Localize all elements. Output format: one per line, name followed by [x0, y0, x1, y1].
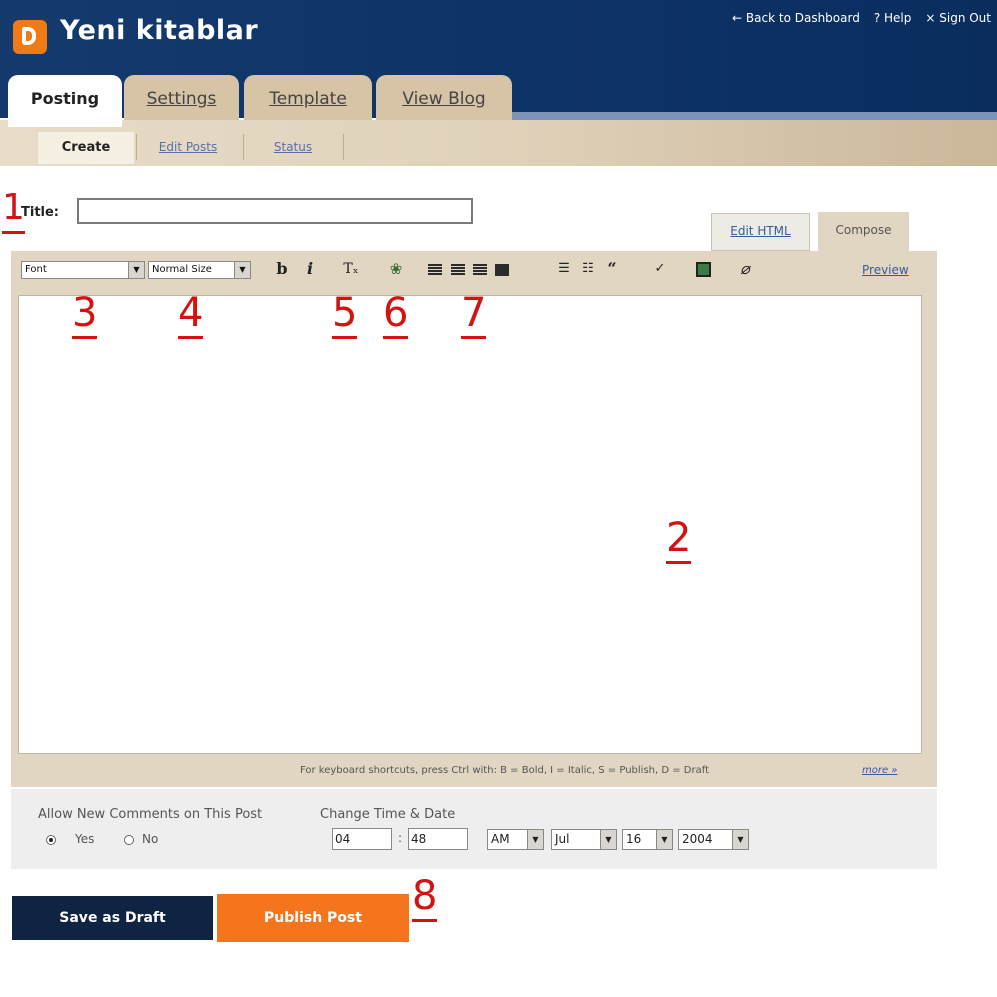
comments-no-label[interactable]: No	[142, 832, 158, 846]
help-link[interactable]: ? Help	[874, 11, 912, 25]
blockquote-icon[interactable]: “	[604, 257, 620, 281]
title-label: Title:	[21, 205, 60, 220]
shortcuts-more-link[interactable]: more »	[862, 765, 897, 776]
align-right-icon[interactable]	[473, 264, 487, 276]
active-tab-connector	[8, 120, 122, 127]
bold-icon[interactable]: b	[274, 257, 290, 281]
subtab-divider	[136, 134, 137, 160]
size-select-value: Normal Size	[152, 264, 212, 275]
minute-input[interactable]	[408, 828, 468, 850]
ampm-select[interactable]: AM ▼	[487, 829, 544, 850]
month-value: Jul	[555, 832, 570, 846]
chevron-down-icon[interactable]: ▼	[600, 830, 616, 849]
ordered-list-icon[interactable]: ☰	[556, 257, 572, 281]
save-as-draft-button[interactable]: Save as Draft	[12, 896, 213, 940]
blogger-logo-icon[interactable]	[13, 20, 47, 54]
annotation-number: 6	[383, 290, 409, 339]
tab-edit-html[interactable]: Edit HTML	[711, 213, 810, 251]
annotation-number: 7	[461, 290, 487, 339]
top-links: ← Back to Dashboard ? Help × Sign Out	[732, 11, 991, 25]
annotation-number: 3	[72, 290, 98, 339]
annotation-number: 5	[332, 290, 358, 339]
preview-link[interactable]: Preview	[862, 263, 909, 277]
align-center-icon[interactable]	[451, 264, 465, 276]
text-color-icon[interactable]: ❀	[386, 257, 406, 281]
align-left-icon[interactable]	[428, 264, 442, 276]
blog-title[interactable]: Yeni kitablar	[60, 15, 258, 46]
align-justify-icon[interactable]	[495, 264, 509, 276]
comments-yes-radio[interactable]	[46, 835, 56, 845]
chevron-down-icon[interactable]: ▼	[128, 262, 144, 278]
title-input[interactable]	[77, 198, 473, 224]
subtab-status[interactable]: Status	[248, 132, 338, 164]
annotation-number: 2	[666, 515, 692, 564]
post-options-panel	[11, 789, 937, 869]
italic-icon[interactable]: i	[302, 257, 318, 281]
year-select[interactable]: 2004 ▼	[678, 829, 749, 850]
size-select[interactable]: Normal Size ▼	[148, 261, 251, 279]
font-select[interactable]: Font ▼	[21, 261, 145, 279]
post-body-editor[interactable]	[18, 295, 922, 754]
keyboard-shortcuts-hint: For keyboard shortcuts, press Ctrl with:…	[300, 765, 709, 776]
eraser-icon[interactable]: ⌀	[736, 257, 754, 281]
subtab-create[interactable]: Create	[38, 132, 134, 164]
tab-view-blog[interactable]: View Blog	[376, 75, 512, 121]
time-colon: :	[398, 831, 403, 845]
subtab-edit-posts[interactable]: Edit Posts	[138, 132, 238, 164]
annotation-number: 8	[412, 873, 438, 922]
page: Yeni kitablar ← Back to Dashboard ? Help…	[0, 0, 997, 997]
insert-image-icon[interactable]	[696, 262, 711, 277]
remove-formatting-icon[interactable]: Tₓ	[340, 257, 362, 281]
year-value: 2004	[682, 832, 713, 846]
ampm-value: AM	[491, 832, 510, 846]
publish-post-button[interactable]: Publish Post	[217, 894, 409, 942]
tab-compose[interactable]: Compose	[818, 212, 909, 252]
hour-input[interactable]	[332, 828, 392, 850]
month-select[interactable]: Jul ▼	[551, 829, 617, 850]
chevron-down-icon[interactable]: ▼	[527, 830, 543, 849]
chevron-down-icon[interactable]: ▼	[234, 262, 250, 278]
tab-settings[interactable]: Settings	[124, 75, 239, 121]
day-value: 16	[626, 832, 642, 846]
annotation-number: 4	[178, 290, 204, 339]
tab-template[interactable]: Template	[244, 75, 372, 121]
subtab-divider	[343, 134, 344, 160]
comments-no-radio[interactable]	[124, 835, 134, 845]
unordered-list-icon[interactable]: ☷	[580, 257, 596, 281]
sign-out-link[interactable]: × Sign Out	[925, 11, 991, 25]
comments-yes-label[interactable]: Yes	[75, 832, 94, 846]
subtab-divider	[243, 134, 244, 160]
day-select[interactable]: 16 ▼	[622, 829, 673, 850]
back-to-dashboard-link[interactable]: ← Back to Dashboard	[732, 11, 860, 25]
spell-check-icon[interactable]: ✓	[650, 257, 670, 281]
chevron-down-icon[interactable]: ▼	[656, 830, 672, 849]
time-date-label: Change Time & Date	[320, 807, 456, 822]
comments-label: Allow New Comments on This Post	[38, 807, 263, 822]
header-stripe	[512, 112, 997, 120]
font-select-value: Font	[25, 264, 47, 275]
annotation-number: 1	[2, 187, 25, 234]
chevron-down-icon[interactable]: ▼	[732, 830, 748, 849]
